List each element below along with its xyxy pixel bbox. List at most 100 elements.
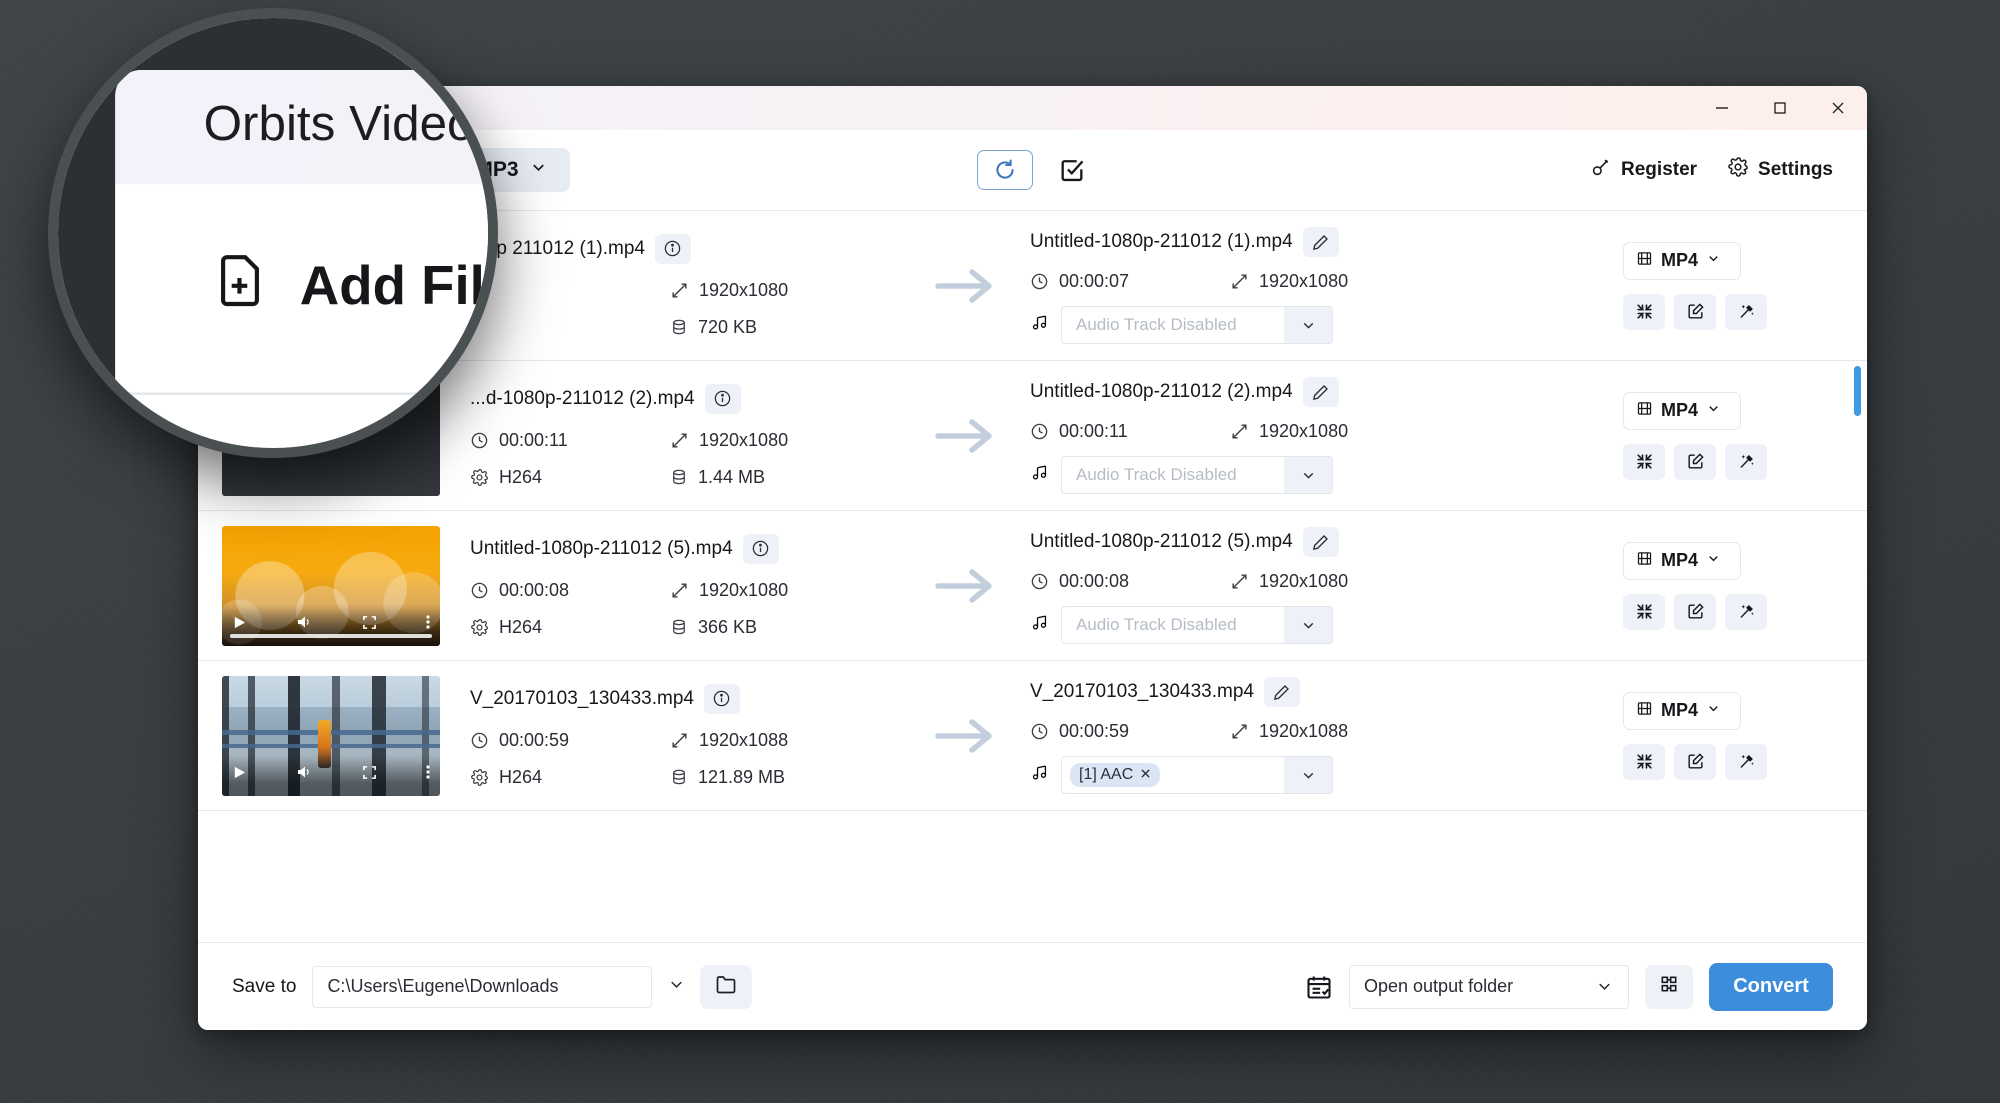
play-icon[interactable] [232, 765, 247, 785]
duration-value: 00:00:59 [1059, 721, 1130, 741]
duration-value: 00:00:08 [499, 579, 570, 600]
table-row[interactable]: Untitled-1080p-211012 (5).mp4 00:00:08 1 [198, 511, 1867, 661]
fullscreen-icon[interactable] [362, 615, 377, 635]
rename-icon[interactable] [1302, 527, 1339, 557]
compress-icon[interactable] [1623, 293, 1665, 330]
thumbnail-controls[interactable] [222, 603, 440, 646]
magnified-add-files-button[interactable]: Add Files [204, 229, 488, 349]
resolution-icon [1230, 572, 1249, 591]
destination-info: Untitled-1080p-211012 (2).mp4 00:00:11 1 [1020, 377, 1593, 494]
edit-icon[interactable] [1674, 443, 1716, 480]
magic-wand-icon[interactable] [1725, 293, 1767, 330]
audio-track-value: [1] AAC [1079, 766, 1134, 783]
magnifier-content: Orbits Video Converter Add Files [58, 18, 488, 448]
source-duration: 00:00:11 [470, 430, 670, 451]
save-to-label: Save to [232, 975, 297, 997]
refresh-icon[interactable] [976, 150, 1033, 190]
film-icon [1636, 400, 1653, 422]
gear-icon [1727, 156, 1749, 184]
progress-bar[interactable] [230, 633, 432, 638]
magic-wand-icon[interactable] [1725, 743, 1767, 780]
convert-arrow-icon [910, 714, 1020, 758]
codec-value: H264 [499, 766, 543, 787]
source-size: 366 KB [670, 617, 910, 638]
rename-icon[interactable] [1302, 377, 1339, 407]
convert-arrow-icon [910, 564, 1020, 608]
table-row[interactable]: V_20170103_130433.mp4 00:00:59 1920x1088 [198, 661, 1867, 811]
settings-button[interactable]: Settings [1727, 156, 1833, 184]
row-actions: MP4 [1593, 541, 1833, 630]
close-icon[interactable] [1140, 766, 1151, 784]
chevron-down-icon[interactable] [1284, 307, 1332, 343]
volume-icon[interactable] [296, 614, 312, 635]
save-path-value: C:\Users\Eugene\Downloads [327, 976, 559, 996]
edit-icon[interactable] [1674, 593, 1716, 630]
video-thumbnail[interactable] [222, 525, 440, 646]
database-icon [670, 618, 688, 636]
row-format-selector[interactable]: MP4 [1623, 241, 1741, 280]
audio-track-row: Audio Track Disabled [1030, 606, 1593, 644]
audio-track-select[interactable]: Audio Track Disabled [1061, 456, 1333, 494]
scrollbar-thumb[interactable] [1854, 366, 1861, 416]
close-icon[interactable] [1809, 86, 1867, 130]
compress-icon[interactable] [1623, 593, 1665, 630]
more-options-icon[interactable] [426, 764, 430, 785]
info-icon[interactable] [654, 233, 691, 264]
edit-icon[interactable] [1674, 743, 1716, 780]
size-value: 121.89 MB [698, 766, 786, 787]
magic-wand-icon[interactable] [1725, 443, 1767, 480]
convert-arrow-icon [910, 264, 1020, 308]
chevron-down-icon[interactable] [1284, 607, 1332, 643]
audio-track-select[interactable]: Audio Track Disabled [1061, 306, 1333, 344]
row-format-selector[interactable]: MP4 [1623, 691, 1741, 730]
key-icon [1590, 156, 1612, 184]
row-format-selector[interactable]: MP4 [1623, 541, 1741, 580]
vertical-scrollbar[interactable] [1852, 211, 1862, 942]
register-button[interactable]: Register [1590, 156, 1697, 184]
info-icon[interactable] [703, 683, 740, 714]
row-format-selector[interactable]: MP4 [1623, 391, 1741, 430]
play-icon[interactable] [232, 615, 247, 635]
chevron-down-icon[interactable] [1284, 457, 1332, 493]
convert-button[interactable]: Convert [1709, 962, 1833, 1011]
minimize-icon[interactable] [1693, 86, 1751, 130]
source-meta: 1920x1080 720 KB [470, 280, 910, 338]
merge-toggle-button[interactable] [1645, 964, 1693, 1009]
info-icon[interactable] [704, 383, 741, 414]
magnified-toolbar: Add Files MP3 [115, 184, 488, 393]
magic-wand-icon[interactable] [1725, 593, 1767, 630]
save-path-dropdown-toggle[interactable] [652, 966, 700, 1008]
save-path-input[interactable]: C:\Users\Eugene\Downloads [312, 965, 653, 1008]
chevron-down-icon[interactable] [1284, 757, 1332, 793]
fullscreen-icon[interactable] [362, 765, 377, 785]
rename-icon[interactable] [1263, 677, 1300, 707]
destination-meta: 00:00:11 1920x1080 [1030, 421, 1593, 442]
video-thumbnail[interactable] [222, 675, 440, 796]
more-options-icon[interactable] [426, 614, 430, 635]
rename-icon[interactable] [1302, 227, 1339, 257]
resolution-value: 1920x1080 [699, 429, 789, 450]
audio-track-chip[interactable]: [1] AAC [1070, 763, 1161, 787]
thumbnail-controls[interactable] [222, 753, 440, 796]
music-note-icon [1030, 763, 1049, 787]
chevron-down-icon [1595, 977, 1614, 996]
destination-duration: 00:00:11 [1030, 421, 1230, 442]
row-format-label: MP4 [1661, 400, 1699, 420]
schedule-icon[interactable] [1305, 973, 1333, 1001]
destination-meta: 00:00:59 1920x1088 [1030, 721, 1593, 742]
compress-icon[interactable] [1623, 443, 1665, 480]
maximize-icon[interactable] [1751, 86, 1809, 130]
audio-track-select[interactable]: Audio Track Disabled [1061, 606, 1333, 644]
info-icon[interactable] [742, 533, 779, 564]
browse-folder-button[interactable] [700, 964, 753, 1009]
clock-icon [1030, 722, 1049, 741]
destination-resolution: 1920x1080 [1230, 421, 1348, 442]
row-action-buttons [1623, 743, 1767, 780]
edit-icon[interactable] [1674, 293, 1716, 330]
audio-track-select[interactable]: [1] AAC [1061, 756, 1333, 794]
checkbox-checked-icon[interactable] [1055, 153, 1089, 187]
compress-icon[interactable] [1623, 743, 1665, 780]
resolution-value: 1920x1080 [1259, 271, 1349, 291]
after-convert-action-select[interactable]: Open output folder [1349, 964, 1629, 1009]
volume-icon[interactable] [296, 764, 312, 785]
